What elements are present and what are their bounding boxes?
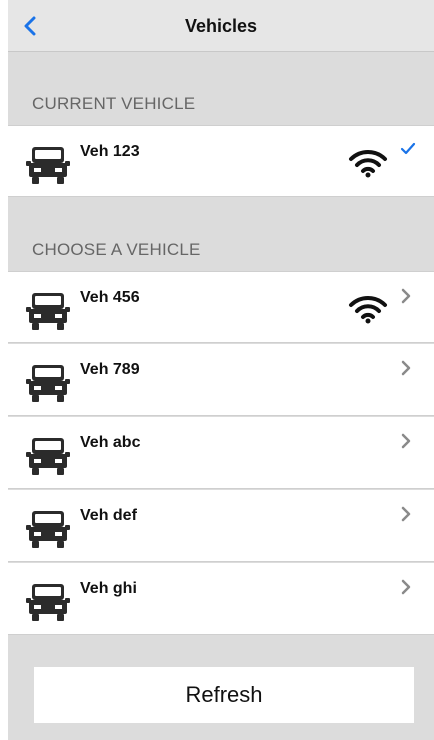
vehicle-label: Veh abc	[80, 434, 141, 451]
truck-icon	[26, 147, 70, 184]
current-vehicle-row[interactable]: Veh 123	[8, 125, 434, 197]
chevron-right-icon	[401, 433, 411, 449]
vehicle-row[interactable]: Veh ghi	[8, 563, 434, 635]
vehicle-row[interactable]: Veh abc	[8, 417, 434, 489]
truck-icon	[26, 438, 70, 475]
chevron-right-icon	[401, 579, 411, 595]
vehicle-label: Veh def	[80, 507, 137, 524]
checkmark-icon	[400, 142, 416, 155]
vehicle-row[interactable]: Veh 456	[8, 271, 434, 343]
truck-icon	[26, 365, 70, 402]
truck-icon	[26, 584, 70, 621]
vehicle-label: Veh 456	[80, 289, 140, 306]
vehicle-label: Veh 789	[80, 361, 140, 378]
vehicle-row[interactable]: Veh def	[8, 490, 434, 562]
wifi-icon	[349, 149, 387, 178]
section-header-current: CURRENT VEHICLE	[32, 94, 196, 113]
page-title: Vehicles	[184, 15, 258, 36]
refresh-footer: Refresh	[8, 636, 434, 740]
vehicle-row[interactable]: Veh 789	[8, 344, 434, 416]
section-header-choose: CHOOSE A VEHICLE	[32, 240, 201, 259]
vehicle-label: Veh 123	[80, 143, 140, 160]
truck-icon	[26, 511, 70, 548]
refresh-button[interactable]: Refresh	[34, 667, 414, 723]
navigation-bar: Vehicles	[8, 0, 434, 52]
truck-icon	[26, 293, 70, 330]
chevron-right-icon	[401, 506, 411, 522]
vehicle-label: Veh ghi	[80, 580, 137, 597]
chevron-right-icon	[401, 288, 411, 304]
wifi-icon	[349, 295, 387, 324]
chevron-right-icon	[401, 360, 411, 376]
vehicles-screen: Vehicles CURRENT VEHICLE Veh 123 CHOOSE …	[0, 0, 434, 740]
